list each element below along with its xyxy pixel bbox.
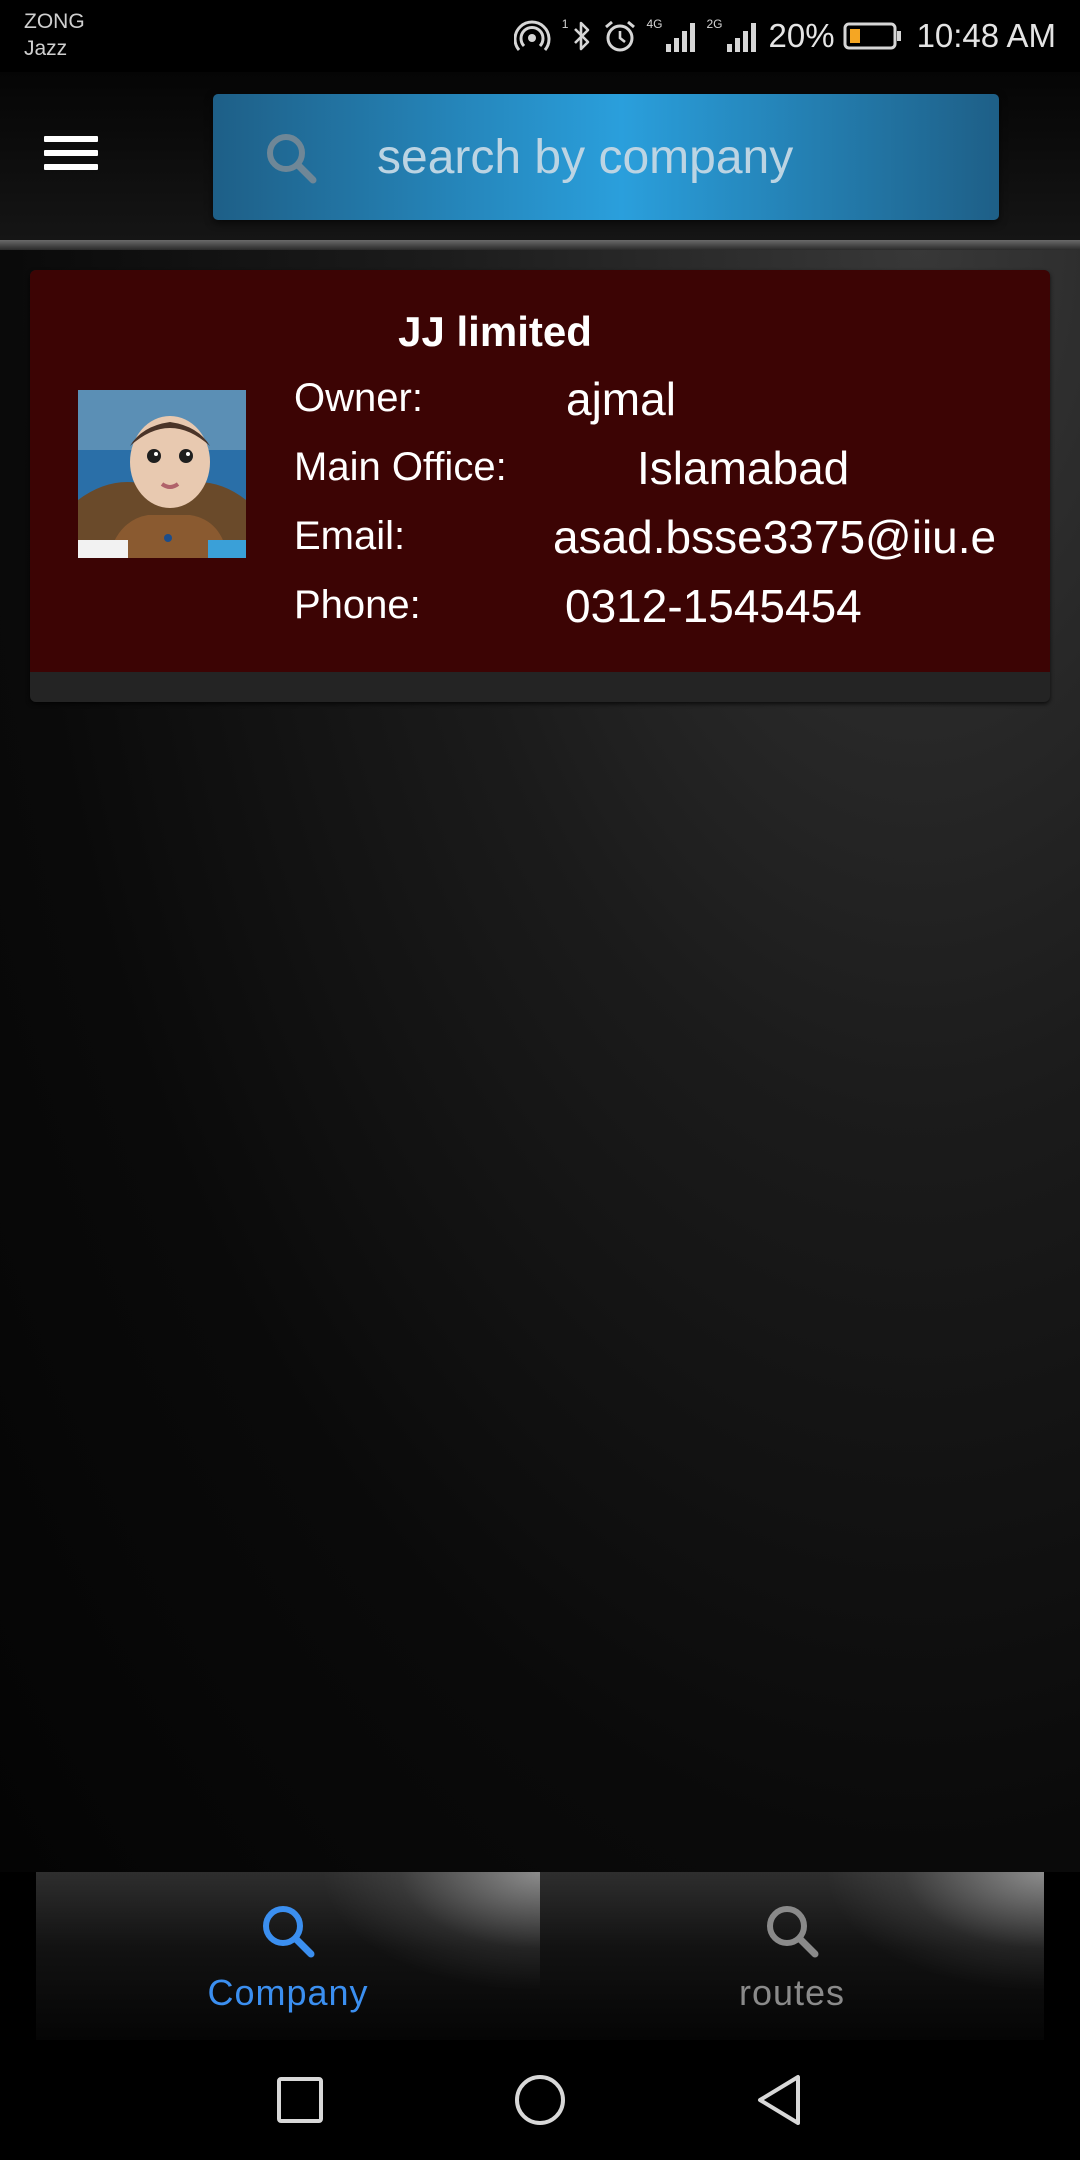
signal-icon	[664, 20, 698, 52]
hamburger-menu-icon[interactable]	[36, 126, 108, 186]
alarm-icon	[602, 18, 638, 54]
sim-slot-label: 1	[561, 17, 569, 31]
company-name: JJ limited	[398, 308, 592, 355]
tab-company[interactable]: Company	[36, 1872, 540, 2040]
owner-label: Owner:	[294, 376, 423, 420]
carrier-names: ZONG Jazz	[24, 8, 85, 62]
search-icon	[267, 134, 317, 184]
status-icons: 1 4G 2G 20% 10:48 AM	[513, 14, 1056, 58]
phone-value: 0312-1545454	[565, 580, 862, 632]
app-bar	[0, 72, 1080, 240]
battery-icon	[843, 21, 903, 51]
email-label: Email:	[294, 514, 406, 558]
network-type-1: 4G	[646, 17, 663, 31]
network-type-2: 2G	[706, 17, 723, 31]
owner-value: ajmal	[566, 373, 676, 425]
bluetooth-icon	[570, 19, 594, 53]
tab-company-label: Company	[207, 1972, 369, 2013]
carrier-1: ZONG	[24, 10, 85, 33]
phone-label: Phone:	[294, 583, 421, 627]
company-card[interactable]: JJ limited Owner: ajmal Main Office: Isl…	[30, 270, 1050, 702]
company-logo	[78, 390, 246, 558]
main-office-value: Islamabad	[637, 442, 850, 494]
tab-routes-label: routes	[738, 1972, 846, 2013]
company-card-body: JJ limited Owner: ajmal Main Office: Isl…	[30, 270, 1050, 672]
recent-apps-icon[interactable]	[270, 2070, 330, 2130]
search-bar[interactable]	[213, 94, 999, 220]
bottom-tab-bar: Company routes	[0, 1872, 1080, 2040]
back-icon[interactable]	[750, 2070, 810, 2130]
search-input[interactable]	[377, 121, 837, 193]
divider	[0, 240, 1080, 250]
signal-icon	[725, 20, 759, 52]
tab-routes[interactable]: routes	[540, 1872, 1044, 2040]
hotspot-icon	[513, 19, 554, 53]
status-bar: ZONG Jazz 1 4G 2G 20% 10:48 AM	[0, 0, 1080, 72]
carrier-2: Jazz	[24, 37, 68, 60]
search-icon	[767, 1906, 819, 1958]
search-icon	[263, 1906, 315, 1958]
email-value: asad.bsse3375@iiu.e	[553, 511, 997, 563]
company-title-wrap: JJ limited	[210, 308, 780, 356]
home-icon[interactable]	[510, 2070, 570, 2130]
company-list: JJ limited Owner: ajmal Main Office: Isl…	[0, 240, 1080, 1872]
main-office-label: Main Office:	[294, 445, 507, 489]
clock: 10:48 AM	[916, 17, 1056, 54]
battery-percentage: 20%	[768, 17, 835, 54]
system-navigation-bar	[0, 2040, 1080, 2160]
